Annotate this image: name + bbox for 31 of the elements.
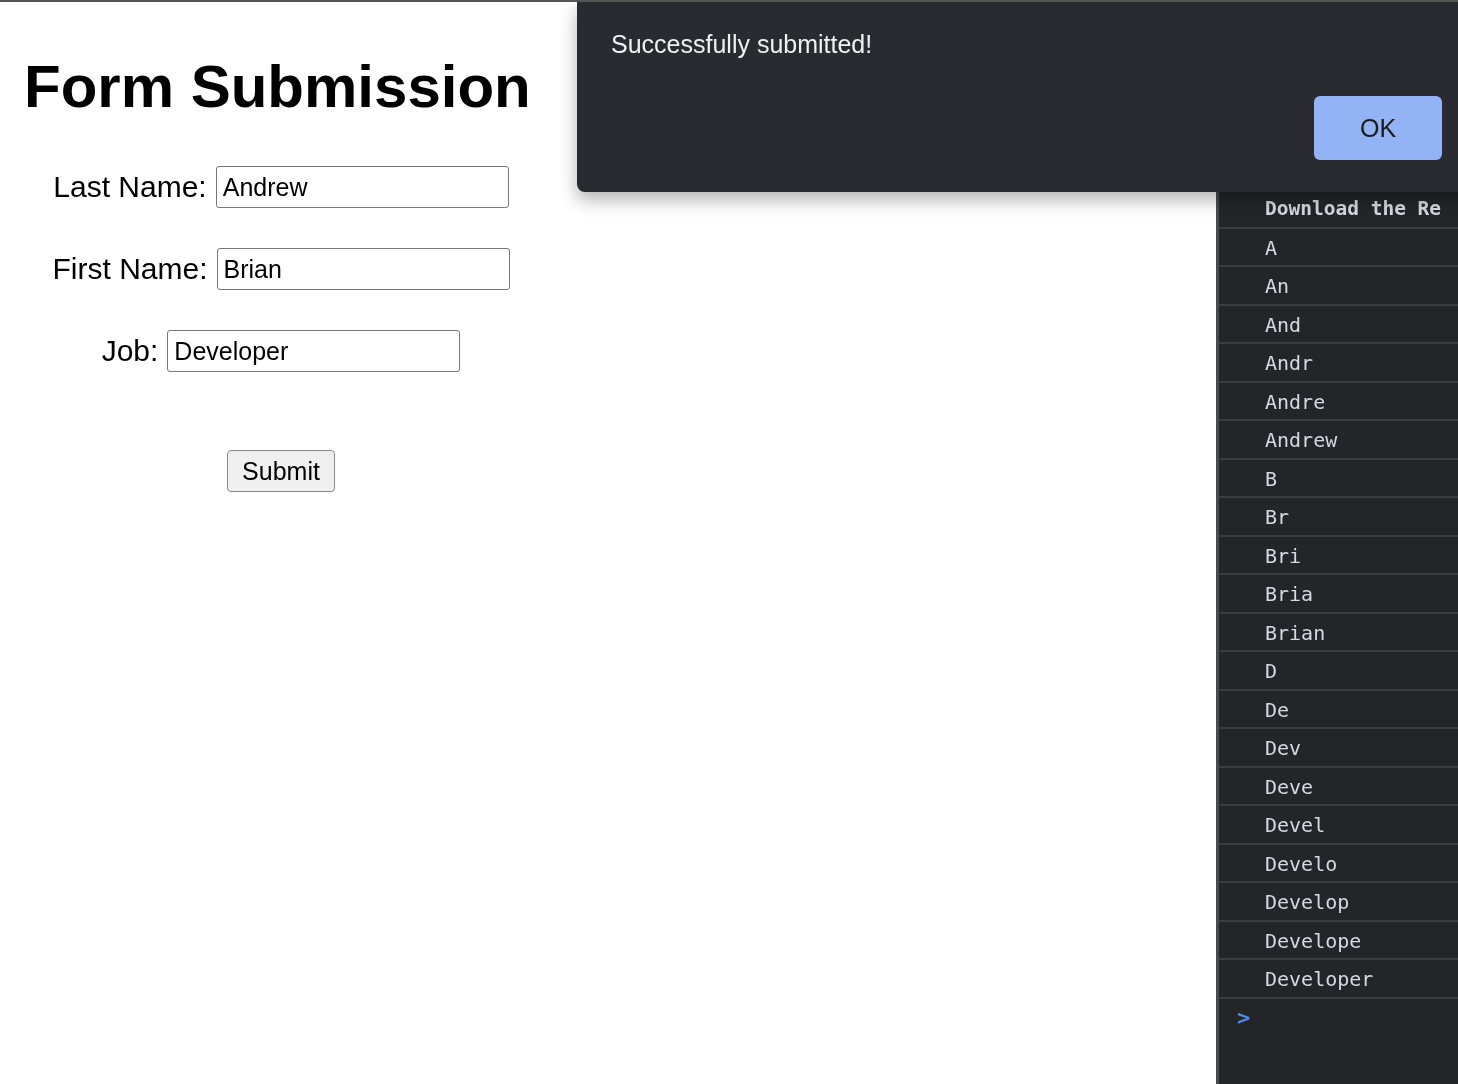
console-line: Bria xyxy=(1219,575,1458,614)
console-line: Brian xyxy=(1219,613,1458,652)
page-title: Form Submission xyxy=(24,52,532,122)
dialog-message: Successfully submitted! xyxy=(611,30,874,59)
console-line: D xyxy=(1219,652,1458,691)
field-label: Last Name: xyxy=(53,170,207,204)
field-label: Job: xyxy=(101,334,159,368)
console-line: Deve xyxy=(1219,767,1458,806)
ok-button[interactable]: OK xyxy=(1314,96,1442,160)
console-line: De xyxy=(1219,690,1458,729)
console-line: Andre xyxy=(1219,382,1458,421)
console-line: Developer xyxy=(1219,960,1458,999)
console-line: Develo xyxy=(1219,844,1458,883)
input-field[interactable]: Brian xyxy=(216,248,510,290)
console-line: And xyxy=(1219,305,1458,344)
console-line: Devel xyxy=(1219,806,1458,845)
console-prompt[interactable]: > xyxy=(1237,1004,1253,1030)
input-field[interactable]: Andrew xyxy=(215,166,509,208)
console-line: Develop xyxy=(1219,883,1458,922)
console-line: Develope xyxy=(1219,921,1458,960)
submit-button[interactable]: Submit xyxy=(227,450,335,492)
console-line: Dev xyxy=(1219,729,1458,768)
console-line: Bri xyxy=(1219,536,1458,575)
console-line: An xyxy=(1219,267,1458,306)
console-line: B xyxy=(1219,459,1458,498)
field-label: First Name: xyxy=(52,252,208,286)
input-field[interactable]: Developer xyxy=(167,330,461,372)
console-line: Andr xyxy=(1219,344,1458,383)
console-line: A xyxy=(1219,228,1458,267)
console-line: Br xyxy=(1219,498,1458,537)
console-line: Andrew xyxy=(1219,421,1458,460)
